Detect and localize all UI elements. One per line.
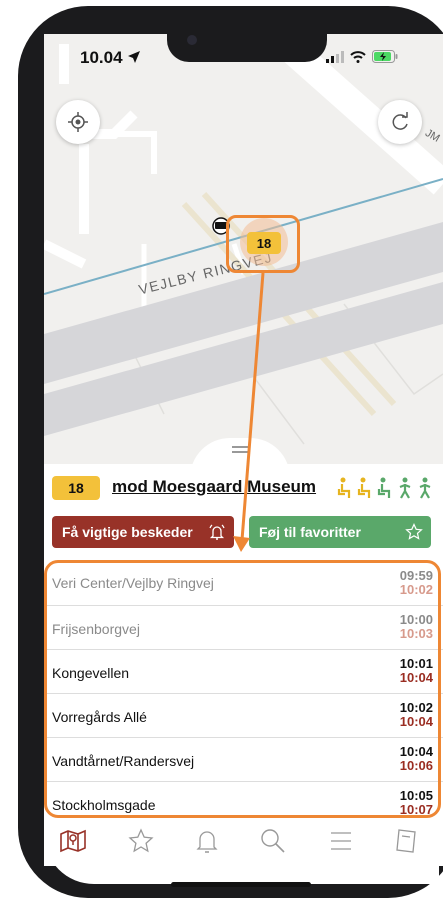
seated-person-icon: [337, 477, 351, 498]
annotation-box-stops-list: [44, 560, 441, 818]
ticket-icon: [396, 829, 416, 853]
home-indicator: [171, 882, 311, 887]
menu-icon: [331, 832, 351, 850]
map-icon: [60, 829, 86, 853]
add-favorite-label: Føj til favoritter: [259, 524, 361, 540]
tab-favorites[interactable]: [124, 824, 158, 858]
route-number-badge: 18: [52, 476, 100, 500]
route-destination[interactable]: mod Moesgaard Museum: [112, 477, 316, 497]
add-favorite-button[interactable]: Føj til favoritter: [249, 516, 431, 548]
phone-notch: [167, 32, 327, 62]
get-alerts-button[interactable]: Få vigtige beskeder: [52, 516, 234, 548]
tab-menu[interactable]: [324, 824, 358, 858]
status-time-text: 10.04: [80, 48, 123, 67]
get-alerts-label: Få vigtige beskeder: [62, 524, 193, 540]
standing-person-icon: [399, 477, 411, 499]
tab-search[interactable]: [256, 824, 290, 858]
tab-tickets[interactable]: [390, 824, 424, 858]
status-icons: [326, 50, 398, 63]
star-icon: [128, 828, 154, 853]
refresh-icon: [392, 112, 408, 130]
annotation-box-bus-marker: [226, 215, 300, 273]
crosshair-icon: [68, 112, 88, 132]
drag-handle-line: [232, 446, 248, 448]
location-arrow-icon: [128, 51, 141, 63]
alarm-bell-icon: [209, 524, 225, 540]
battery-charging-icon: [372, 50, 398, 63]
cellular-signal-icon: [326, 50, 344, 63]
occupancy-indicator: [336, 476, 434, 500]
standing-person-icon: [419, 477, 431, 499]
drag-handle-line: [232, 451, 248, 453]
tab-alerts[interactable]: [190, 824, 224, 858]
refresh-button[interactable]: [378, 100, 422, 144]
bell-icon: [196, 831, 218, 853]
route-header: 18 mod Moesgaard Museum Få vigtige beske…: [44, 464, 443, 564]
search-icon: [261, 829, 285, 853]
status-time: 10.04: [80, 48, 141, 68]
locate-me-button[interactable]: [56, 100, 100, 144]
tab-map[interactable]: [56, 824, 90, 858]
star-icon: [405, 523, 423, 540]
tab-bar: [44, 818, 443, 866]
seated-person-icon: [377, 477, 391, 498]
wifi-icon: [350, 50, 366, 63]
seated-person-icon: [357, 477, 371, 498]
